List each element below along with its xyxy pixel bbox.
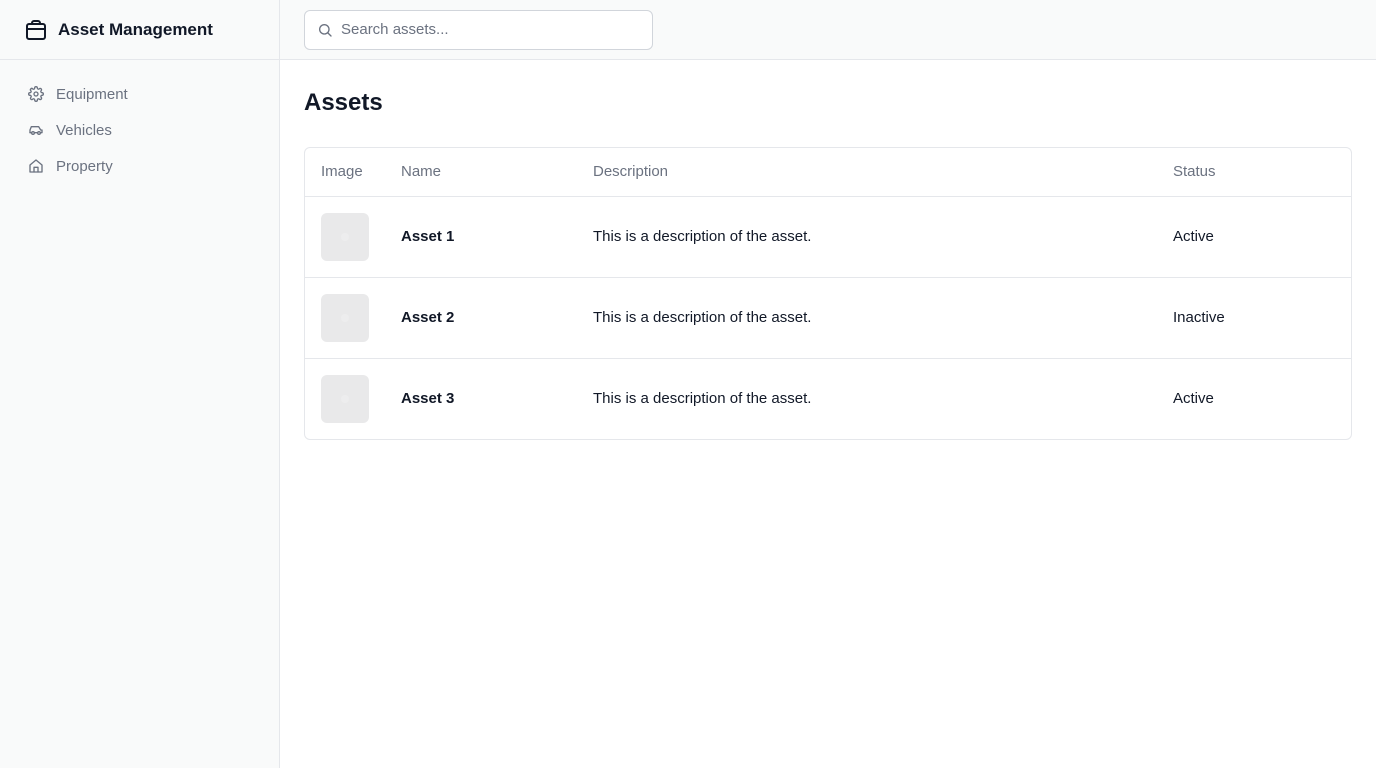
main-area: Assets Image Name Description Status: [280, 0, 1376, 768]
asset-name: Asset 1: [401, 228, 455, 245]
asset-thumbnail: [321, 212, 369, 261]
assets-table-card: Image Name Description Status Asset 1 Th…: [304, 147, 1352, 440]
table-row[interactable]: Asset 2 This is a description of the ass…: [305, 277, 1351, 358]
brand[interactable]: Asset Management: [0, 0, 279, 60]
search-box[interactable]: [304, 9, 653, 50]
page-title: Assets: [304, 89, 383, 116]
asset-status: Active: [1173, 228, 1214, 245]
search-icon: [317, 22, 333, 38]
sidebar-item-label: Vehicles: [56, 121, 112, 139]
assets-table: Image Name Description Status Asset 1 Th…: [305, 148, 1351, 439]
app-root: Asset Management Equipment Vehicles Prop…: [0, 0, 1376, 768]
image-cell: [305, 196, 385, 277]
sidebar-item-vehicles[interactable]: Vehicles: [16, 112, 263, 148]
asset-thumbnail: [321, 293, 369, 342]
sidebar-nav: Equipment Vehicles Property: [0, 60, 279, 184]
table-row[interactable]: Asset 1 This is a description of the ass…: [305, 196, 1351, 277]
sidebar-item-label: Property: [56, 157, 113, 175]
sidebar-item-label: Equipment: [56, 85, 128, 103]
car-icon: [28, 122, 44, 138]
gear-icon: [28, 86, 44, 102]
home-icon: [28, 158, 44, 174]
column-header-name[interactable]: Name: [385, 148, 577, 197]
asset-status: Active: [1173, 390, 1214, 408]
sidebar: Asset Management Equipment Vehicles Prop…: [0, 0, 280, 768]
asset-thumbnail: [321, 374, 369, 423]
column-header-description[interactable]: Description: [577, 148, 1157, 197]
top-bar: [280, 0, 1376, 60]
image-placeholder-icon: [341, 232, 349, 241]
image-placeholder-icon: [341, 394, 349, 403]
app-title: Asset Management: [58, 19, 213, 39]
column-header-status[interactable]: Status: [1157, 148, 1351, 197]
image-placeholder-icon: [341, 313, 349, 322]
content: Assets Image Name Description Status Ass…: [280, 60, 1376, 440]
asset-description: This is a description of the asset.: [593, 309, 812, 326]
briefcase-icon: [24, 18, 48, 42]
sidebar-item-equipment[interactable]: Equipment: [16, 76, 263, 112]
table-row[interactable]: Asset 3 This is a description of the ass…: [305, 358, 1351, 439]
image-cell: [305, 358, 385, 439]
table-header-row: Image Name Description Status: [305, 148, 1351, 197]
asset-name: Asset 3: [401, 390, 455, 408]
asset-description: This is a description of the asset.: [593, 228, 812, 245]
asset-name: Asset 2: [401, 309, 455, 326]
asset-status: Inactive: [1173, 309, 1225, 326]
column-header-image[interactable]: Image: [305, 148, 385, 197]
asset-description: This is a description of the asset.: [593, 390, 812, 408]
image-cell: [305, 277, 385, 358]
sidebar-item-property[interactable]: Property: [16, 148, 263, 184]
search-input[interactable]: [341, 21, 631, 38]
